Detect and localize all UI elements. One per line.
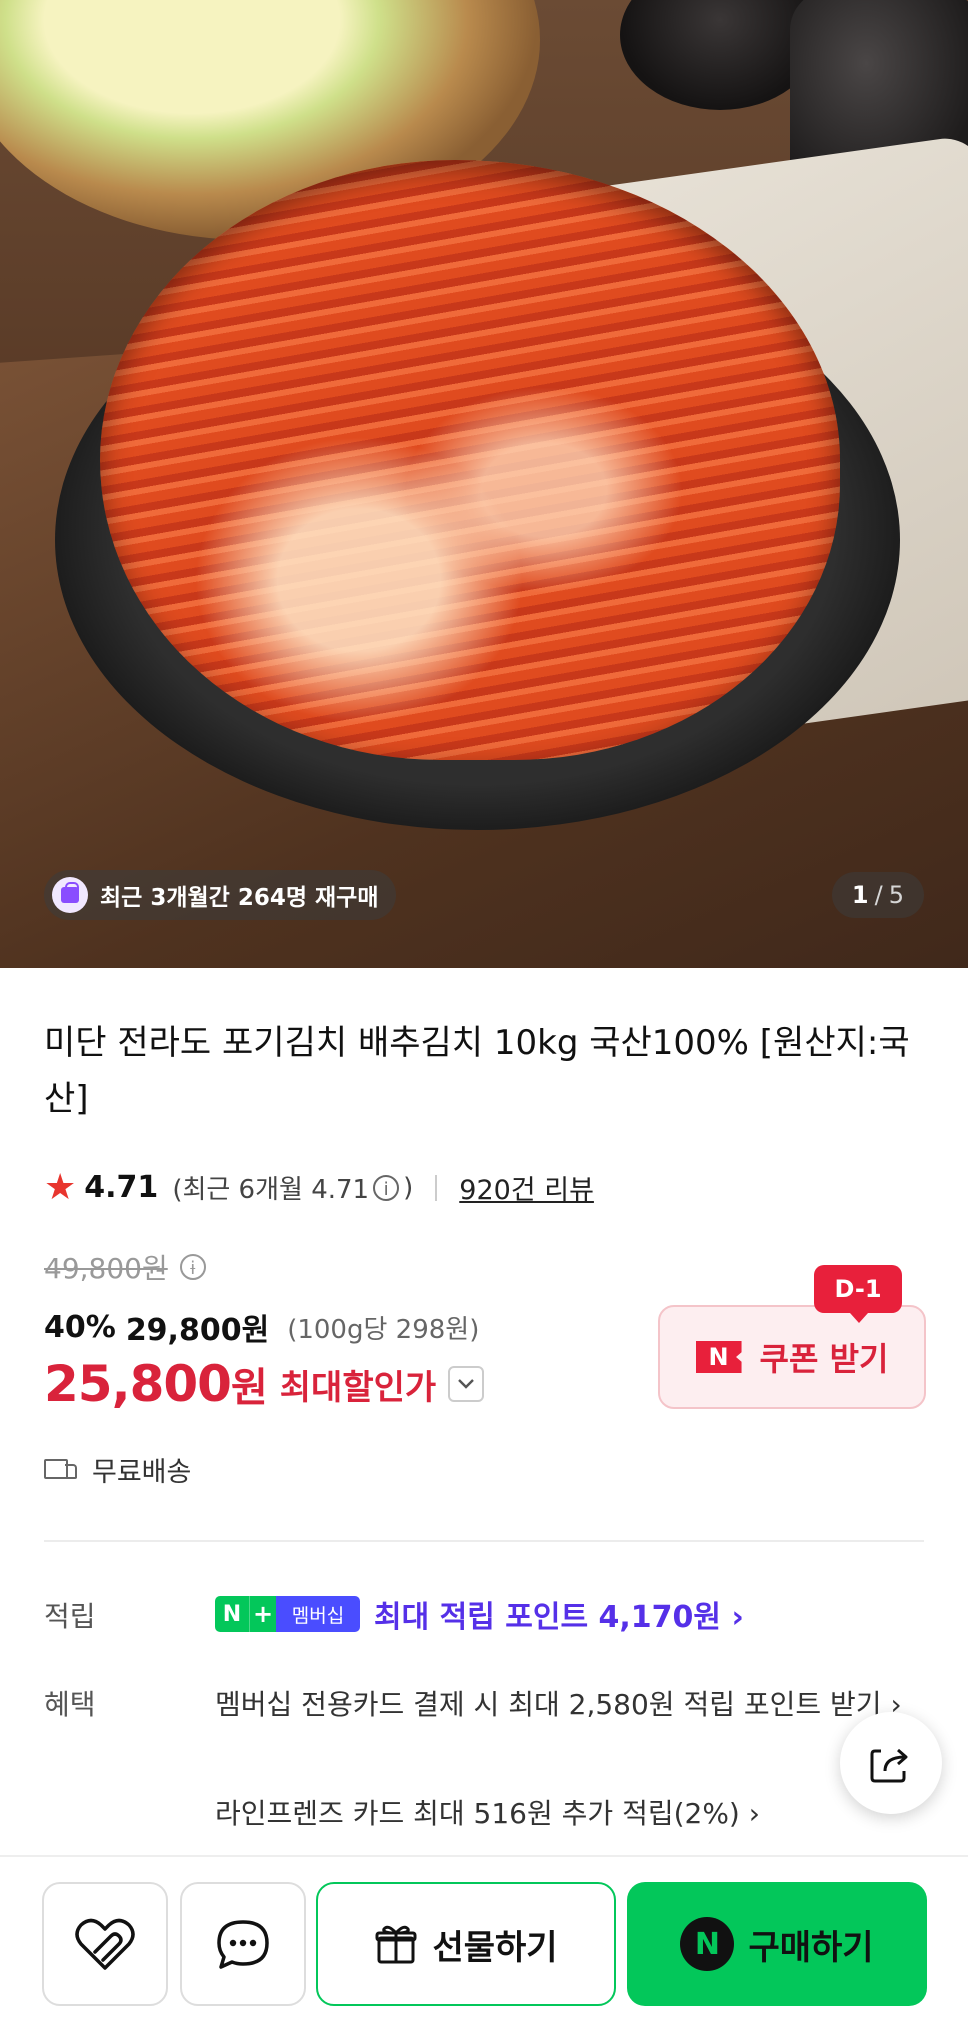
rating-recent-prefix: (최근 6개월 4.71 bbox=[172, 1175, 370, 1205]
chat-bubble-icon bbox=[217, 1920, 269, 1969]
heart-icon bbox=[75, 1918, 135, 1970]
dday-badge: D-1 bbox=[814, 1265, 902, 1323]
points-link[interactable]: 최대 적립 포인트 4,170원 › bbox=[374, 1592, 744, 1636]
best-price-currency: 원 bbox=[230, 1365, 268, 1411]
shipping-text: 무료배송 bbox=[92, 1457, 192, 1488]
points-label: 적립 bbox=[44, 1600, 96, 1633]
naver-coupon-icon: N bbox=[695, 1341, 742, 1373]
coupon-label: 쿠폰 받기 bbox=[759, 1340, 889, 1378]
repurchase-text: 최근 3개월간 264명 재구매 bbox=[100, 885, 379, 911]
rating-score: 4.71 bbox=[84, 1170, 159, 1205]
benefit-membership-card[interactable]: 멤버십 전용카드 결제 시 최대 2,580원 적립 포인트 받기 › bbox=[215, 1680, 915, 1730]
pager-sep: / bbox=[874, 881, 883, 909]
sale-price: 29,800원 bbox=[125, 1313, 270, 1348]
gift-label: 선물하기 bbox=[432, 1927, 558, 1968]
pager-current: 1 bbox=[851, 881, 869, 909]
shopping-bag-icon bbox=[52, 877, 88, 913]
rating-row: ★ 4.71 (최근 6개월 4.71 i ) 920건 리뷰 bbox=[44, 1167, 594, 1208]
divider bbox=[435, 1174, 438, 1201]
shipping-row: 무료배송 bbox=[44, 1450, 191, 1489]
gift-icon bbox=[375, 1925, 417, 1964]
unit-price: (100g당 298원) bbox=[287, 1314, 480, 1345]
truck-icon bbox=[44, 1458, 78, 1481]
star-icon: ★ bbox=[44, 1167, 77, 1208]
benefit-linefriends-card[interactable]: 라인프렌즈 카드 최대 516원 추가 적립(2%) › bbox=[215, 1792, 760, 1832]
gift-button[interactable]: 선물하기 bbox=[316, 1882, 616, 2006]
best-price-label: 최대할인가 bbox=[279, 1367, 437, 1408]
pager-total: 5 bbox=[888, 881, 904, 909]
best-price-row[interactable]: 25,800 원 최대할인가 bbox=[44, 1355, 485, 1413]
repurchase-badge: 최근 3개월간 264명 재구매 bbox=[44, 870, 397, 920]
product-image[interactable]: 최근 3개월간 264명 재구매 1 / 5 bbox=[0, 0, 968, 968]
chevron-down-icon[interactable] bbox=[448, 1366, 485, 1402]
coupon-button[interactable]: N 쿠폰 받기 bbox=[658, 1305, 926, 1409]
best-price: 25,800 bbox=[44, 1355, 232, 1413]
share-button[interactable] bbox=[840, 1712, 942, 1814]
naver-pay-icon: N bbox=[680, 1917, 735, 1971]
bottom-action-bar: 선물하기 N 구매하기 bbox=[0, 1855, 968, 2033]
share-icon bbox=[870, 1748, 908, 1783]
like-button[interactable] bbox=[42, 1882, 168, 2006]
sale-price-row: 40% 29,800원 (100g당 298원) bbox=[44, 1305, 479, 1349]
original-price-row: 49,800원 i bbox=[44, 1247, 210, 1287]
talk-button[interactable] bbox=[180, 1882, 306, 2006]
badge-membership: 멤버십 bbox=[276, 1596, 360, 1632]
badge-plus: + bbox=[249, 1596, 276, 1632]
info-icon[interactable]: i bbox=[373, 1174, 400, 1201]
buy-label: 구매하기 bbox=[748, 1927, 874, 1968]
price-info-icon[interactable]: i bbox=[179, 1254, 206, 1280]
badge-n: N bbox=[215, 1596, 249, 1632]
section-divider bbox=[44, 1540, 924, 1542]
product-title: 미단 전라도 포기김치 배추김치 10kg 국산100% [원산지:국산] bbox=[44, 1023, 910, 1119]
image-pager: 1 / 5 bbox=[831, 872, 924, 918]
naver-plus-membership-badge: N + 멤버십 bbox=[215, 1596, 360, 1632]
benefit-label: 혜택 bbox=[44, 1688, 96, 1721]
original-price: 49,800원 bbox=[44, 1252, 168, 1285]
points-row[interactable]: N + 멤버십 최대 적립 포인트 4,170원 › bbox=[215, 1592, 744, 1636]
kimchi bbox=[100, 160, 840, 760]
buy-button[interactable]: N 구매하기 bbox=[627, 1882, 927, 2006]
rating-recent-suffix: ) bbox=[403, 1172, 414, 1203]
discount-rate: 40% bbox=[44, 1309, 116, 1345]
reviews-link[interactable]: 920건 리뷰 bbox=[459, 1168, 594, 1207]
